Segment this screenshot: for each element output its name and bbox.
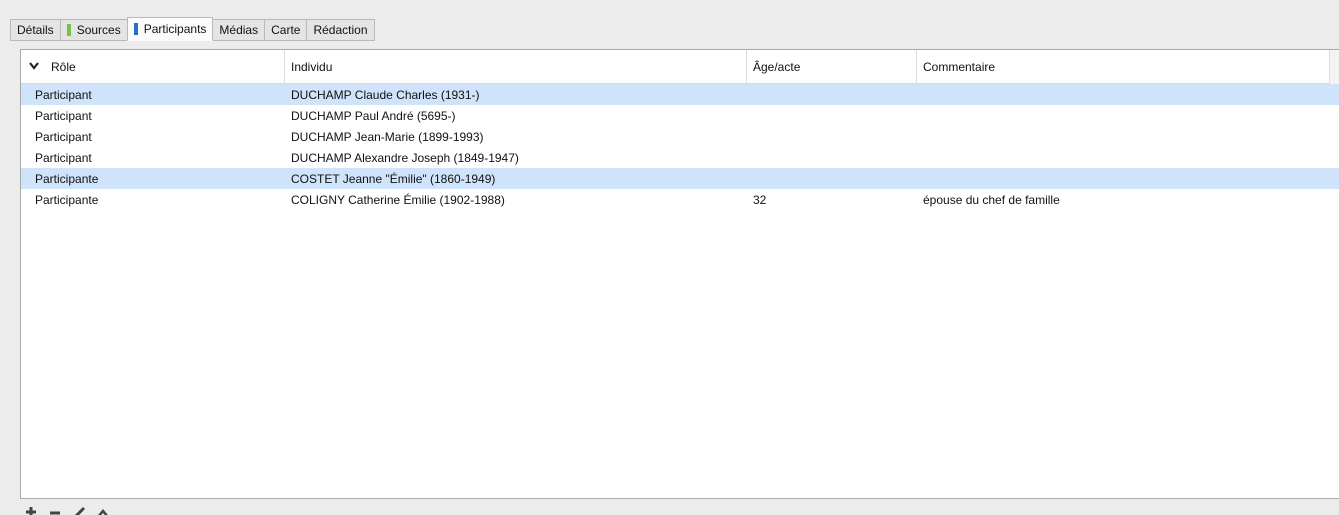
cell-role: Participant <box>35 87 92 102</box>
remove-icon[interactable] <box>48 505 64 515</box>
tab-label: Participants <box>143 22 207 36</box>
cell-individual: COSTET Jeanne "Émilie" (1860-1949) <box>291 171 496 186</box>
tab-medias[interactable]: Médias <box>212 19 266 41</box>
column-label: Rôle <box>51 60 76 74</box>
tab-label: Carte <box>271 23 301 37</box>
add-icon[interactable] <box>24 505 40 515</box>
column-header-role[interactable]: Rôle <box>21 50 285 84</box>
tab-label: Rédaction <box>313 23 368 37</box>
table-row[interactable]: Participant DUCHAMP Paul André (5695-) <box>21 105 1339 126</box>
chevron-down-icon[interactable] <box>29 61 39 73</box>
column-header-comment[interactable]: Commentaire <box>917 50 1331 84</box>
participants-panel: Rôle Individu Âge/acte Commentaire Parti… <box>20 49 1339 499</box>
table-row[interactable]: Participante COSTET Jeanne "Émilie" (186… <box>21 168 1339 189</box>
table-header: Rôle Individu Âge/acte Commentaire <box>21 50 1339 84</box>
column-header-age[interactable]: Âge/acte <box>747 50 917 84</box>
table-body: Participant DUCHAMP Claude Charles (1931… <box>21 84 1339 210</box>
cell-role: Participant <box>35 150 92 165</box>
move-up-icon[interactable] <box>96 505 112 515</box>
tab-label: Détails <box>17 23 54 37</box>
table-row[interactable]: Participant DUCHAMP Alexandre Joseph (18… <box>21 147 1339 168</box>
column-label: Commentaire <box>923 60 996 74</box>
tab-participants[interactable]: Participants <box>126 17 214 41</box>
scrollbar-corner[interactable] <box>1329 50 1339 84</box>
cell-role: Participante <box>35 171 99 186</box>
cell-age: 32 <box>753 192 767 207</box>
cell-role: Participant <box>35 129 92 144</box>
tab-label: Médias <box>219 23 259 37</box>
column-label: Âge/acte <box>753 60 801 74</box>
column-header-individual[interactable]: Individu <box>285 50 747 84</box>
cell-individual: DUCHAMP Paul André (5695-) <box>291 108 456 123</box>
tab-details[interactable]: Détails <box>10 19 61 41</box>
cell-individual: DUCHAMP Claude Charles (1931-) <box>291 87 480 102</box>
tab-carte[interactable]: Carte <box>264 19 308 41</box>
column-label: Individu <box>291 60 333 74</box>
cell-comment: épouse du chef de famille <box>923 192 1060 207</box>
table-row[interactable]: Participante COLIGNY Catherine Émilie (1… <box>21 189 1339 210</box>
blue-marker-icon <box>133 23 138 35</box>
cell-role: Participante <box>35 192 99 207</box>
table-row[interactable]: Participant DUCHAMP Claude Charles (1931… <box>21 84 1339 105</box>
edit-icon[interactable] <box>72 505 88 515</box>
tab-sources[interactable]: Sources <box>59 19 128 41</box>
bottom-toolbar <box>24 505 112 515</box>
green-marker-icon <box>66 24 71 36</box>
table-row[interactable]: Participant DUCHAMP Jean-Marie (1899-199… <box>21 126 1339 147</box>
tab-label: Sources <box>76 23 121 37</box>
cell-role: Participant <box>35 108 92 123</box>
cell-individual: DUCHAMP Alexandre Joseph (1849-1947) <box>291 150 519 165</box>
tab-redaction[interactable]: Rédaction <box>306 19 375 41</box>
cell-individual: DUCHAMP Jean-Marie (1899-1993) <box>291 129 484 144</box>
tab-bar: Détails Sources Participants Médias Cart… <box>10 17 375 41</box>
cell-individual: COLIGNY Catherine Émilie (1902-1988) <box>291 192 505 207</box>
